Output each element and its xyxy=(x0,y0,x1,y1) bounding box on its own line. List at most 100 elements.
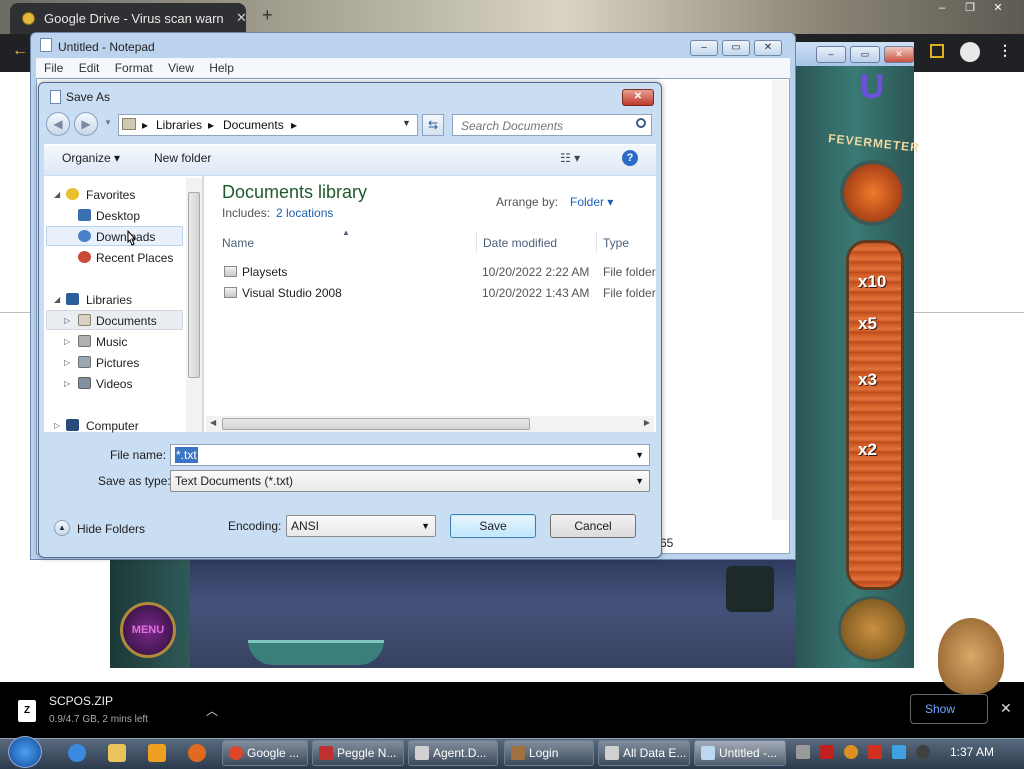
refresh-icon[interactable]: ⇆ xyxy=(422,114,444,136)
file-name-combobox[interactable]: ▼ xyxy=(170,444,650,466)
back-arrow-icon[interactable]: ← xyxy=(12,42,28,60)
breadcrumb-documents[interactable]: Documents xyxy=(223,118,284,132)
notepad-minimize-button[interactable]: – xyxy=(690,40,718,56)
help-icon[interactable]: ? xyxy=(622,150,638,166)
menu-edit[interactable]: Edit xyxy=(79,58,100,78)
nav-recent-places[interactable]: Recent Places xyxy=(96,251,173,265)
breadcrumb-separator-icon[interactable]: ▸ xyxy=(208,118,214,132)
nav-pictures[interactable]: Pictures xyxy=(96,356,139,370)
expand-arrow-icon[interactable]: ▷ xyxy=(64,337,70,346)
taskbar-button-agent[interactable]: Agent.D... xyxy=(408,740,498,766)
expand-arrow-icon[interactable]: ▷ xyxy=(64,316,70,325)
column-divider[interactable] xyxy=(476,232,477,252)
tab-close-icon[interactable]: ✕ xyxy=(236,10,247,26)
taskbar-button-notepad[interactable]: Untitled -... xyxy=(694,740,786,766)
chrome-menu-icon[interactable]: ⋮ xyxy=(998,42,1012,59)
nav-scrollbar[interactable] xyxy=(186,178,202,432)
encoding-select[interactable]: ANSI ▼ xyxy=(286,515,436,537)
internet-explorer-icon[interactable] xyxy=(68,744,86,762)
close-icon[interactable]: ✕ xyxy=(1000,700,1012,717)
new-folder-button[interactable]: New folder xyxy=(154,151,211,165)
tray-network-icon[interactable] xyxy=(892,745,906,759)
start-button[interactable] xyxy=(8,736,42,768)
tray-volume-icon[interactable] xyxy=(916,745,930,759)
taskbar-button-chrome[interactable]: Google ... xyxy=(222,740,308,766)
taskbar-button-all-data[interactable]: All Data E... xyxy=(598,740,690,766)
column-divider[interactable] xyxy=(596,232,597,252)
scroll-right-arrow-icon[interactable]: ▶ xyxy=(644,418,650,427)
forward-arrow-icon[interactable]: ▶ xyxy=(74,112,98,136)
nav-desktop[interactable]: Desktop xyxy=(96,209,140,223)
cancel-button[interactable]: Cancel xyxy=(550,514,636,538)
menu-file[interactable]: File xyxy=(44,58,63,78)
tray-antivirus-icon[interactable] xyxy=(820,745,834,759)
game-menu-button[interactable]: MENU xyxy=(120,602,176,658)
file-row[interactable]: Playsets 10/20/2022 2:22 AM File folder xyxy=(216,262,656,282)
tray-search-icon[interactable] xyxy=(844,745,858,759)
column-header-date-modified[interactable]: Date modified xyxy=(483,236,557,250)
chrome-tab-google-drive[interactable]: Google Drive - Virus scan warnin ✕ xyxy=(10,3,247,34)
extension-icon[interactable] xyxy=(930,44,944,58)
nav-videos[interactable]: Videos xyxy=(96,377,132,391)
search-box[interactable] xyxy=(452,114,652,136)
nav-favorites[interactable]: Favorites xyxy=(86,188,135,202)
expand-arrow-icon[interactable]: ▷ xyxy=(64,358,70,367)
peggle-maximize-button[interactable]: ▭ xyxy=(850,46,880,63)
back-arrow-icon[interactable]: ◀ xyxy=(46,112,70,136)
save-button[interactable]: Save xyxy=(450,514,536,538)
taskbar-clock[interactable]: 1:37 AM xyxy=(950,745,994,759)
game-playfield[interactable] xyxy=(110,560,914,668)
menu-help[interactable]: Help xyxy=(209,58,234,78)
nav-documents[interactable]: Documents xyxy=(96,314,157,328)
arrange-by-dropdown[interactable]: Folder ▾ xyxy=(570,195,613,209)
file-name-input[interactable]: *.txt xyxy=(175,447,198,463)
dropdown-arrow-icon[interactable]: ▼ xyxy=(421,521,430,531)
breadcrumb-libraries[interactable]: Libraries xyxy=(156,118,202,132)
tray-flag-icon[interactable] xyxy=(868,745,882,759)
collapse-arrow-icon[interactable]: ◢ xyxy=(54,190,60,199)
chrome-maximize-button[interactable]: ❐ xyxy=(956,1,984,17)
download-file-name[interactable]: SCPOS.ZIP xyxy=(49,694,113,708)
file-row[interactable]: Visual Studio 2008 10/20/2022 1:43 AM Fi… xyxy=(216,283,656,303)
expand-arrow-icon[interactable]: ▷ xyxy=(54,421,60,430)
file-explorer-icon[interactable] xyxy=(108,744,126,762)
dropdown-arrow-icon[interactable]: ▼ xyxy=(635,450,644,460)
horizontal-scrollbar[interactable]: ◀ ▶ xyxy=(206,416,654,432)
zip-file-icon[interactable]: Z xyxy=(18,700,36,722)
scrollbar-thumb[interactable] xyxy=(188,192,200,378)
recent-locations-chevron-icon[interactable]: ▼ xyxy=(104,118,112,127)
includes-locations-link[interactable]: 2 locations xyxy=(276,206,333,220)
notepad-maximize-button[interactable]: ▭ xyxy=(722,40,750,56)
chrome-minimize-button[interactable]: – xyxy=(928,2,956,18)
profile-avatar-icon[interactable] xyxy=(960,42,980,62)
collapse-arrow-icon[interactable]: ◢ xyxy=(54,295,60,304)
search-icon[interactable] xyxy=(636,118,646,128)
notepad-scrollbar[interactable] xyxy=(772,80,788,520)
chrome-close-button[interactable]: ✕ xyxy=(984,1,1012,17)
app-quick-launch-icon[interactable] xyxy=(188,744,206,762)
expand-arrow-icon[interactable]: ▷ xyxy=(64,379,70,388)
dropdown-arrow-icon[interactable]: ▼ xyxy=(635,476,644,486)
scrollbar-thumb[interactable] xyxy=(222,418,530,430)
views-icon[interactable]: ☷ ▾ xyxy=(560,151,580,165)
media-player-icon[interactable] xyxy=(148,744,166,762)
breadcrumb-separator-icon[interactable]: ▸ xyxy=(291,118,297,132)
chevron-up-icon[interactable]: ︿ xyxy=(206,702,218,719)
new-tab-button[interactable]: + xyxy=(262,5,273,26)
tray-app-icon[interactable] xyxy=(796,745,810,759)
show-all-downloads-button[interactable]: Show xyxy=(910,694,988,724)
nav-libraries[interactable]: Libraries xyxy=(86,293,132,307)
taskbar-button-peggle[interactable]: Peggle N... xyxy=(312,740,404,766)
save-as-type-select[interactable]: Text Documents (*.txt) ▼ xyxy=(170,470,650,492)
address-dropdown-icon[interactable]: ▼ xyxy=(402,118,411,128)
scroll-left-arrow-icon[interactable]: ◀ xyxy=(210,418,216,427)
menu-view[interactable]: View xyxy=(168,58,194,78)
nav-computer[interactable]: Computer xyxy=(86,419,139,433)
column-header-name[interactable]: Name xyxy=(222,236,254,250)
file-list-pane[interactable] xyxy=(204,176,656,432)
peggle-close-button[interactable]: ✕ xyxy=(884,46,914,63)
column-header-type[interactable]: Type xyxy=(603,236,629,250)
organize-button[interactable]: Organize ▾ xyxy=(62,151,120,165)
taskbar-button-login[interactable]: Login xyxy=(504,740,594,766)
peggle-minimize-button[interactable]: – xyxy=(816,46,846,63)
